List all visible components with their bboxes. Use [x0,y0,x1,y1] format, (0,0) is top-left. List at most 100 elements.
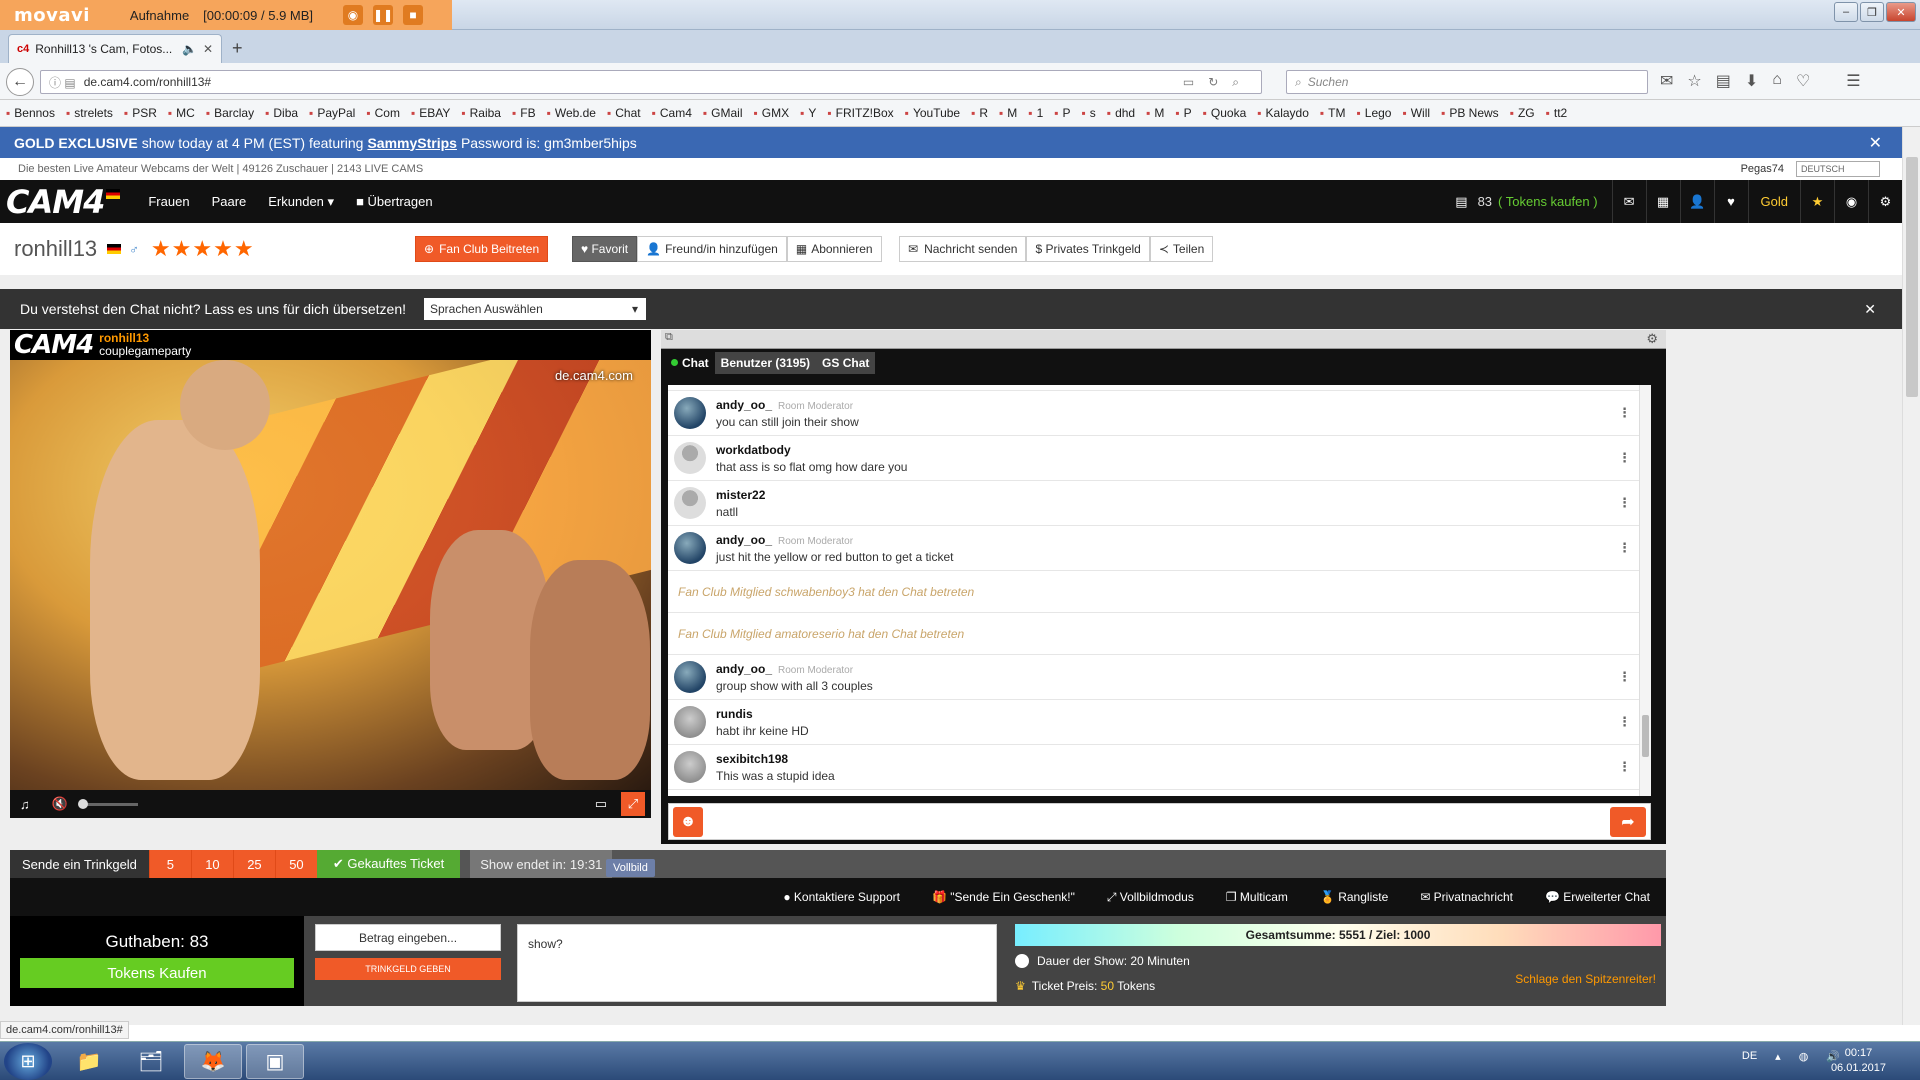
bookmark-item[interactable]: Y [800,106,816,120]
nav-paare[interactable]: Paare [212,194,247,209]
chat-username[interactable]: mister22 [716,488,765,502]
fullscreen-button[interactable]: ⤢ [621,792,645,816]
chat-input[interactable]: ☻ ➦ [668,803,1651,840]
support-link[interactable]: ● Kontaktiere Support [783,890,900,904]
settings-gear-icon[interactable]: ⚙ [1868,180,1902,223]
avatar[interactable] [674,532,706,564]
language-select[interactable]: DEUTSCH [1796,161,1880,177]
bookmark-item[interactable]: PB News [1441,106,1498,120]
bookmark-item[interactable]: ZG [1510,106,1535,120]
snapshot-icon[interactable]: ◉ [343,5,364,25]
bookmark-item[interactable]: GMail [703,106,742,120]
bookmark-item[interactable]: dhd [1107,106,1135,120]
buy-tokens-button[interactable]: Tokens Kaufen [20,958,294,988]
close-window-button[interactable]: ✕ [1886,2,1916,22]
tip-50-button[interactable]: 50 [274,850,317,878]
bookmark-item[interactable]: Diba [265,106,298,120]
language-indicator[interactable]: DE [1742,1050,1757,1063]
private-tip-button[interactable]: $ Privates Trinkgeld [1026,236,1150,262]
tab-gs-chat[interactable]: GS Chat [816,351,876,374]
theater-mode-icon[interactable]: ▭ [595,796,607,812]
buy-tokens-link[interactable]: ( Tokens kaufen ) [1498,194,1597,209]
close-translate-icon[interactable]: ✕ [1864,301,1876,318]
favorites-icon[interactable]: ♥ [1713,180,1748,223]
bookmark-item[interactable]: M [1146,106,1164,120]
bookmark-item[interactable]: Will [1402,106,1430,120]
mute-icon[interactable]: 🔇 [52,796,68,812]
back-button[interactable]: ← [6,68,34,96]
bookmark-item[interactable]: Kalaydo [1257,106,1309,120]
tip-message-input[interactable]: show? [517,924,997,1002]
bookmark-item[interactable]: R [971,106,988,120]
cam4-logo[interactable]: CAM4 [6,183,121,221]
minimize-button[interactable]: – [1834,2,1858,22]
favorite-button[interactable]: ♥ Favorit [572,236,638,262]
new-tab-button[interactable]: + [232,38,243,59]
subscribe-button[interactable]: ▦ Abonnieren [786,236,882,262]
bookmark-item[interactable]: strelets [66,106,113,120]
nav-uebertragen[interactable]: ■ Übertragen [356,194,433,209]
bookmark-item[interactable]: Chat [607,106,640,120]
bookmark-item[interactable]: EBAY [411,106,450,120]
info-icon[interactable]: ⓘ ▤ [49,74,76,91]
bookmark-item[interactable]: PSR [124,106,157,120]
page-scrollbar[interactable] [1902,127,1920,1025]
tab-chat[interactable]: Chat [665,352,715,374]
chat-username[interactable]: andy_oo_ [716,398,772,412]
bookmark-item[interactable]: GMX [754,106,789,120]
more-options-icon[interactable]: ⋮ [1618,759,1631,775]
bookmark-item[interactable]: 1 [1028,106,1044,120]
avatar[interactable] [674,397,706,429]
gold-star-icon[interactable]: ★ [1800,180,1834,223]
avatar[interactable] [674,487,706,519]
bookmark-item[interactable]: FRITZ!Box [827,106,894,120]
pause-icon[interactable]: ❚❚ [373,5,393,25]
bookmark-item[interactable]: Lego [1357,106,1392,120]
tray-arrow-icon[interactable]: ▴ [1775,1050,1781,1063]
ranking-link[interactable]: 🏅 Rangliste [1320,890,1388,904]
popout-icon[interactable]: ⧉ [665,331,673,344]
add-friend-button[interactable]: 👤 Freund/in hinzufügen [637,236,787,262]
avatar[interactable] [674,661,706,693]
mail-icon[interactable]: ✉ [1660,71,1673,91]
calendar-icon[interactable]: ▦ [1645,180,1680,223]
private-message-link[interactable]: ✉ Privatnachricht [1420,890,1513,904]
bookmark-item[interactable]: tt2 [1546,106,1567,120]
chat-username[interactable]: andy_oo_ [716,533,772,547]
extended-chat-link[interactable]: 💬 Erweiterter Chat [1545,890,1650,904]
language-dropdown[interactable]: Sprachen Auswählen [424,298,646,320]
bookmark-item[interactable]: Cam4 [652,106,692,120]
chat-username[interactable]: rundis [716,707,753,721]
bookmark-item[interactable]: Raiba [461,106,501,120]
music-icon[interactable]: ♫ [20,797,30,812]
chat-username[interactable]: sexibitch198 [716,752,788,766]
tip-25-button[interactable]: 25 [232,850,275,878]
avatar[interactable] [674,751,706,783]
speaker-icon[interactable]: 🔈 [182,42,197,56]
gold-link[interactable]: Gold [1747,180,1800,223]
chat-settings-icon[interactable]: ⚙ [1646,331,1658,347]
more-options-icon[interactable]: ⋮ [1618,450,1631,466]
home-icon[interactable]: ⌂ [1772,71,1782,91]
more-options-icon[interactable]: ⋮ [1618,405,1631,421]
reload-icon[interactable]: ▭↻⌕ [1183,75,1253,90]
bookmark-item[interactable]: Barclay [206,106,254,120]
friends-icon[interactable]: 👤 [1679,180,1714,223]
bookmark-item[interactable]: YouTube [905,106,960,120]
bookmark-item[interactable]: Bennos [6,106,55,120]
stop-icon[interactable]: ■ [403,5,424,25]
close-banner-icon[interactable]: ✕ [1869,133,1882,153]
banner-link[interactable]: SammyStrips [367,135,456,151]
bookmark-item[interactable]: MC [168,106,195,120]
fan-club-button[interactable]: ⊕ Fan Club Beitreten [415,236,549,262]
bookmark-item[interactable]: Com [366,106,400,120]
nav-frauen[interactable]: Frauen [148,194,189,209]
volume-slider[interactable] [77,798,138,809]
avatar[interactable]: ◉ [1834,180,1868,223]
bookmark-item[interactable]: Quoka [1203,106,1246,120]
url-bar[interactable]: ⓘ ▤ de.cam4.com/ronhill13# ▭↻⌕ [40,70,1262,94]
start-button[interactable]: ⊞ [4,1043,52,1080]
bookmark-item[interactable]: P [1175,106,1192,120]
bookmark-item[interactable]: M [999,106,1017,120]
send-message-button[interactable]: ✉ Nachricht senden [899,236,1027,262]
